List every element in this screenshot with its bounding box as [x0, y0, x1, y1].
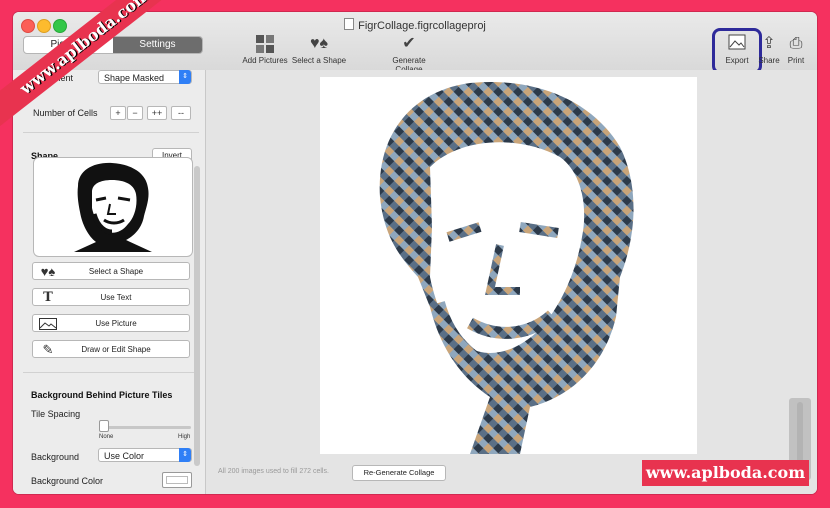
shapes-icon: ♥♠	[40, 264, 56, 279]
shapes-icon: ♥♠	[310, 35, 328, 52]
background-color-well[interactable]	[162, 472, 192, 488]
remove-cells-button[interactable]: −	[127, 106, 143, 120]
select-shape-button[interactable]: ♥♠ Select a Shape	[289, 34, 349, 65]
add-many-cells-button[interactable]: ++	[147, 106, 167, 120]
status-text: All 200 images used to fill 272 cells.	[218, 468, 329, 475]
tab-settings[interactable]: Settings	[113, 37, 202, 53]
tile-spacing-knob[interactable]	[99, 420, 109, 432]
remove-many-cells-button[interactable]: --	[171, 106, 191, 120]
add-pictures-button[interactable]: Add Pictures	[235, 34, 295, 65]
app-window: FigrCollage.figrcollageproj Pictures Set…	[13, 12, 817, 494]
popup-arrows-icon: ⇕	[179, 70, 191, 84]
collage-image	[379, 81, 634, 455]
collage-area: All 200 images used to fill 272 cells. R…	[206, 70, 817, 494]
use-text-button[interactable]: T Use Text	[32, 288, 190, 306]
printer-icon: ⎙	[789, 35, 803, 52]
tile-spacing-min-label: None	[99, 434, 114, 440]
alignment-popup[interactable]: Shape Masked ⇕	[98, 70, 192, 84]
picture-icon	[39, 315, 57, 335]
text-t-icon: T	[43, 290, 53, 305]
tile-spacing-track[interactable]	[99, 426, 191, 429]
color-swatch	[166, 476, 188, 484]
brush-icon: ✎	[42, 342, 54, 357]
generate-collage-button[interactable]: ✔ Generate Collage	[379, 34, 439, 74]
magic-wand-icon: ✔	[402, 35, 416, 52]
use-picture-button[interactable]: Use Picture	[32, 314, 190, 332]
select-shape-sidebar-button[interactable]: ♥♠ Select a Shape	[32, 262, 190, 280]
portrait-silhouette	[74, 162, 152, 252]
cells-label: Number of Cells	[33, 108, 98, 118]
background-popup[interactable]: Use Color ⇕	[98, 448, 192, 462]
background-label: Background	[31, 452, 80, 462]
collage-canvas	[320, 77, 697, 455]
document-icon	[344, 18, 355, 30]
photo-grid-icon	[235, 34, 295, 54]
sidebar-scrollbar[interactable]	[194, 166, 200, 466]
watermark-banner: www.aplboda.com	[642, 460, 809, 486]
add-cells-button[interactable]: +	[110, 106, 126, 120]
divider	[23, 132, 199, 133]
draw-edit-shape-button[interactable]: ✎ Draw or Edit Shape	[32, 340, 190, 358]
divider	[23, 372, 199, 373]
print-button[interactable]: ⎙ Print	[767, 34, 817, 65]
tile-spacing-label: Tile Spacing	[31, 409, 81, 419]
shape-preview	[33, 157, 193, 257]
background-color-label: Background Color	[31, 476, 104, 486]
regenerate-collage-button[interactable]: Re-Generate Collage	[352, 465, 446, 481]
tile-spacing-max-label: High	[178, 434, 191, 440]
popup-arrows-icon: ⇕	[179, 448, 191, 462]
settings-sidebar: Alignment Shape Masked ⇕ Number of Cells…	[13, 70, 206, 494]
background-heading: Background Behind Picture Tiles	[31, 390, 173, 400]
